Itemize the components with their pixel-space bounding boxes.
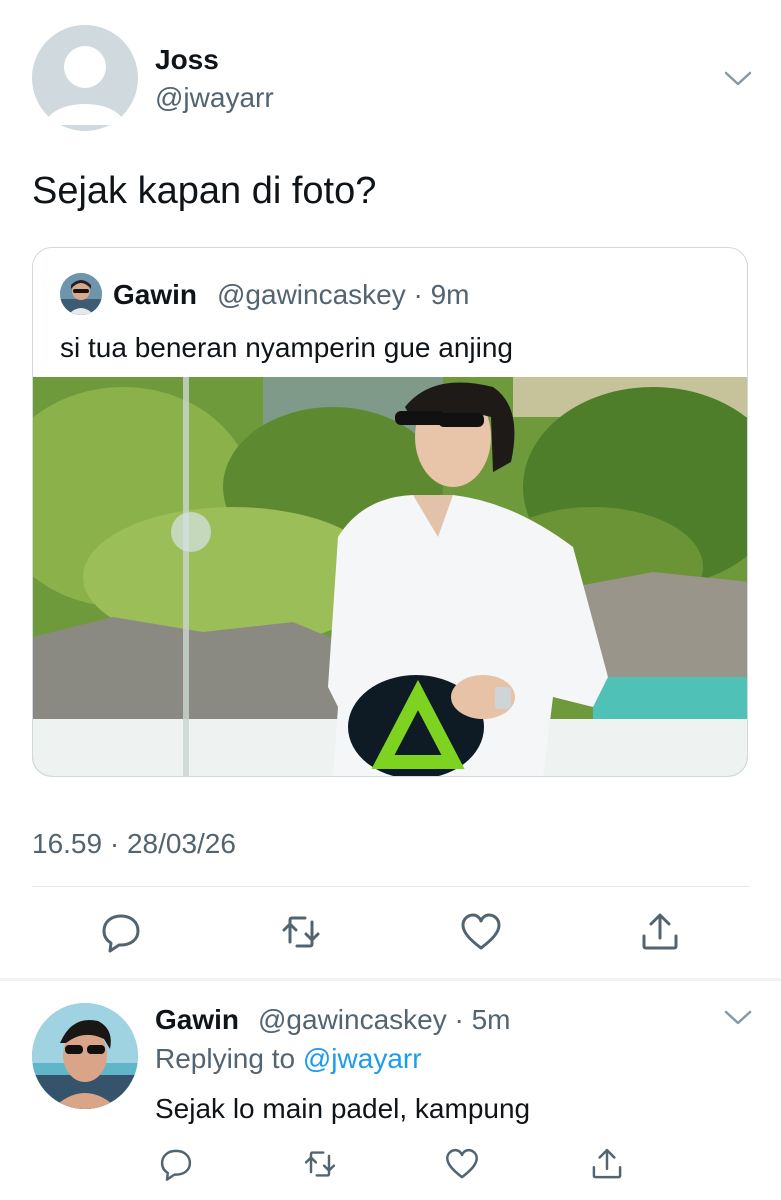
tweet-text: Sejak kapan di foto?: [32, 170, 377, 212]
replying-to-label: Replying to: [155, 1043, 303, 1074]
author-handle[interactable]: @jwayarr: [155, 82, 274, 114]
reply-icon[interactable]: [158, 1146, 194, 1182]
chevron-down-icon[interactable]: [723, 1008, 753, 1028]
default-avatar-icon: [45, 46, 125, 125]
share-icon[interactable]: [589, 1146, 625, 1182]
replying-to-link[interactable]: @jwayarr: [303, 1043, 422, 1074]
reply-avatar-photo: [32, 1003, 138, 1109]
retweet-icon[interactable]: [279, 910, 323, 954]
section-separator: [0, 978, 781, 981]
divider: [32, 886, 750, 887]
quote-text: si tua beneran nyamperin gue anjing: [60, 332, 513, 363]
tweet-timestamp: 16.59 · 28/03/26: [32, 828, 236, 859]
avatar[interactable]: [32, 25, 138, 131]
quote-avatar: [60, 273, 102, 315]
retweet-icon[interactable]: [302, 1146, 338, 1182]
share-icon[interactable]: [638, 910, 682, 954]
quoted-tweet[interactable]: Gawin @gawincaskey · 9m si tua beneran n…: [32, 247, 748, 777]
like-icon[interactable]: [459, 910, 503, 954]
quote-author-handle: @gawincaskey · 9m: [217, 279, 470, 310]
quote-author-name: Gawin: [113, 279, 198, 310]
quote-photo[interactable]: [33, 377, 748, 777]
author-name[interactable]: Joss: [155, 44, 219, 76]
reply-author-handle[interactable]: @gawincaskey · 5m: [258, 1004, 511, 1036]
replying-to: Replying to @jwayarr: [155, 1043, 422, 1075]
reply-text: Sejak lo main padel, kampung: [155, 1093, 531, 1124]
chevron-down-icon[interactable]: [723, 69, 753, 89]
reply-avatar[interactable]: [32, 1003, 138, 1109]
like-icon[interactable]: [444, 1146, 480, 1182]
reply-icon[interactable]: [99, 910, 143, 954]
reply-author-name[interactable]: Gawin: [155, 1004, 239, 1036]
